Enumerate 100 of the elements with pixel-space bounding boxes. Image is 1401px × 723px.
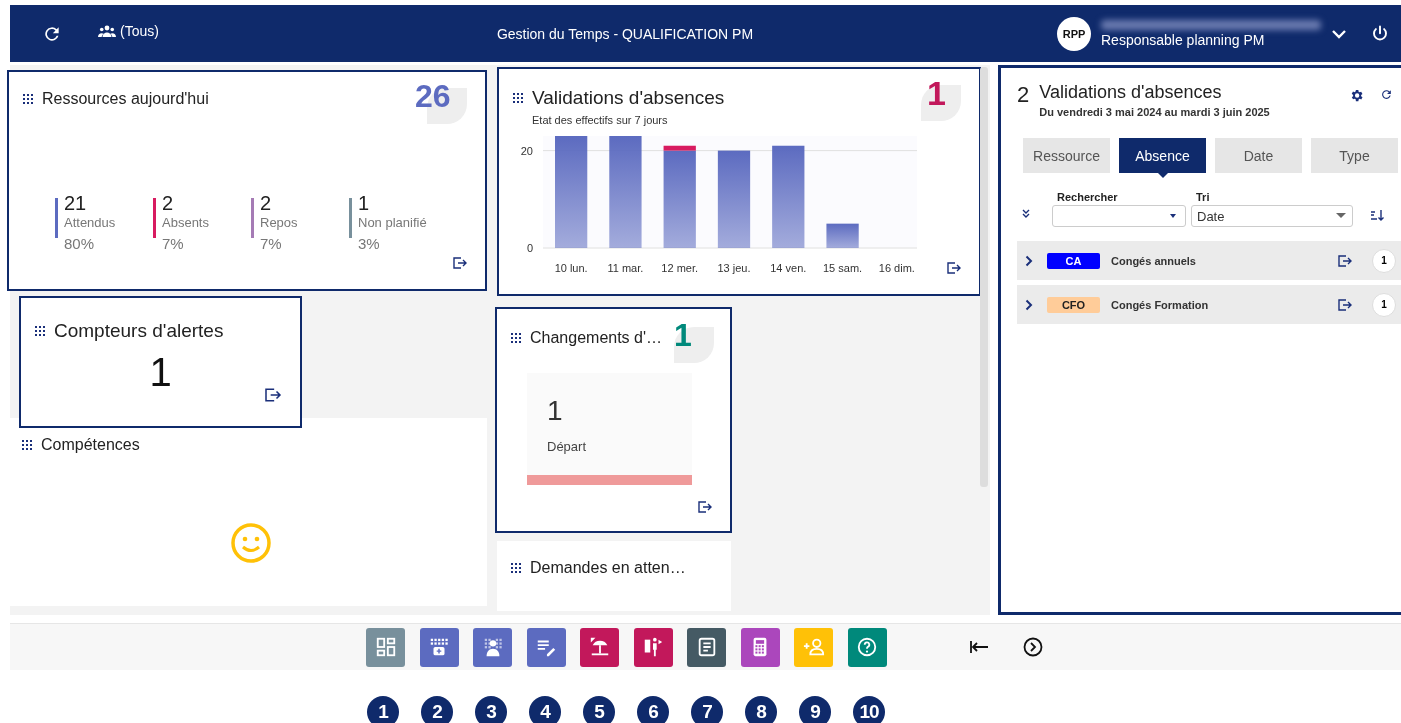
drag-handle-icon[interactable] — [511, 333, 521, 343]
edit-list-button[interactable] — [526, 627, 566, 667]
x-tick-label: 15 sam. — [823, 262, 863, 274]
panel-title: Validations d'absences — [1039, 82, 1223, 103]
user-avatar[interactable]: RPP — [1057, 16, 1091, 51]
absence-code-tag: CFO — [1047, 296, 1100, 313]
drag-handle-icon[interactable] — [511, 563, 521, 573]
callout-number: 4 — [529, 696, 561, 723]
refresh-icon[interactable] — [1380, 88, 1393, 101]
stat-value: 2 — [162, 192, 175, 215]
absence-type-label: Congés annuels — [1111, 254, 1196, 267]
callout-number: 10 — [853, 696, 885, 723]
open-icon[interactable] — [698, 501, 712, 513]
scrollbar[interactable] — [980, 67, 988, 487]
callout-number: 3 — [475, 696, 507, 723]
exit-person-button[interactable] — [633, 627, 673, 667]
stat-percent: 80% — [64, 235, 96, 252]
date-range: Du vendredi 3 mai 2024 au mardi 3 juin 2025 — [1039, 106, 1270, 118]
x-tick-label: 11 mar. — [607, 262, 644, 274]
callout-number: 9 — [799, 696, 831, 723]
group-filter[interactable]: (Tous) — [120, 23, 159, 39]
callout-number: 5 — [583, 696, 615, 723]
stat-label: Attendus — [64, 215, 116, 230]
dashboard-icon — [374, 636, 397, 658]
tile-value: 1 — [547, 395, 564, 427]
y-tick-label: 20 — [520, 144, 533, 157]
document-button[interactable] — [687, 627, 726, 667]
widget-title: Ressources aujourd'hui — [42, 90, 209, 108]
widget-title: Compétences — [41, 436, 140, 454]
calendar-plus-icon — [428, 636, 450, 658]
x-tick-label: 12 mer. — [661, 262, 699, 274]
sort-label: Tri — [1196, 191, 1211, 203]
double-chevron-icon[interactable] — [1021, 209, 1031, 219]
stat-percent: 7% — [162, 235, 185, 252]
collapse-left-icon[interactable] — [968, 640, 989, 654]
open-icon[interactable] — [453, 257, 467, 269]
widget-subtitle: Etat des effectifs sur 7 jours — [532, 114, 669, 126]
stat-label: Absents — [162, 215, 209, 230]
widget-title: Validations d'absences — [532, 87, 725, 109]
caret-icon — [1169, 213, 1177, 219]
absence-group-row[interactable]: CFO Congés Formation 1 — [1017, 285, 1401, 324]
callout-number: 7 — [691, 696, 723, 723]
count-badge: 1 — [1372, 248, 1396, 273]
drag-handle-icon[interactable] — [513, 93, 523, 103]
group-tab[interactable]: Absence — [1119, 138, 1206, 178]
stat-value: 2 — [260, 192, 273, 215]
callout-number: 2 — [421, 696, 453, 723]
settings-icon[interactable] — [1349, 88, 1364, 103]
chevron-down-icon[interactable] — [1331, 28, 1347, 39]
open-icon[interactable] — [947, 262, 961, 274]
absence-code-tag: CA — [1047, 252, 1100, 269]
count-badge: 1 — [1372, 292, 1396, 317]
help-button[interactable] — [847, 627, 887, 667]
help-icon — [856, 636, 878, 658]
add-person-icon — [802, 636, 825, 658]
stat-percent: 7% — [260, 235, 283, 252]
widget-title: Demandes en atten… — [530, 559, 686, 577]
dashboard-button[interactable] — [366, 627, 405, 667]
stat-label: Repos — [260, 215, 298, 230]
planning-person-button[interactable] — [473, 627, 512, 667]
app-title: Gestion du Temps - QUALIFICATION PM — [496, 25, 754, 42]
open-icon[interactable] — [1338, 298, 1352, 311]
open-icon[interactable] — [264, 388, 282, 402]
chart-bar — [826, 223, 859, 248]
x-tick-label: 14 ven. — [770, 262, 807, 274]
caret-icon — [1336, 213, 1346, 219]
y-tick-label: 0 — [526, 242, 533, 254]
open-icon[interactable] — [1338, 254, 1352, 267]
chevron-right-icon[interactable] — [1025, 298, 1033, 311]
search-label: Rechercher — [1057, 191, 1119, 203]
callout-number: 1 — [367, 696, 399, 723]
widget-title: Changements d'… — [530, 329, 662, 347]
smiley-icon — [230, 522, 272, 564]
panel-count: 2 — [1017, 82, 1030, 108]
alert-count: 1 — [148, 350, 173, 395]
calculator-button[interactable] — [740, 627, 780, 667]
next-circle-icon[interactable] — [1022, 637, 1043, 657]
departure-tile[interactable]: 1 Départ — [527, 373, 692, 485]
beach-button[interactable] — [580, 627, 619, 667]
chevron-right-icon[interactable] — [1025, 254, 1033, 267]
x-tick-label: 10 lun. — [554, 262, 588, 274]
sort-icon[interactable] — [1370, 209, 1384, 221]
drag-handle-icon[interactable] — [22, 440, 32, 450]
stat-value: 21 — [64, 192, 88, 215]
stat-label: Non planifié — [358, 215, 427, 230]
drag-handle-icon[interactable] — [23, 94, 33, 104]
stat-percent: 3% — [358, 235, 381, 252]
stat-value: 1 — [358, 192, 371, 215]
tile-label: Départ — [547, 439, 588, 454]
user-role: Responsable planning PM — [1101, 31, 1266, 48]
callout-number: 8 — [745, 696, 777, 723]
x-tick-label: 16 dim. — [878, 262, 915, 274]
absence-group-row[interactable]: CA Congés annuels 1 — [1017, 241, 1401, 280]
widget-title: Compteurs d'alertes — [54, 320, 224, 342]
power-icon[interactable] — [1371, 24, 1389, 43]
drag-handle-icon[interactable] — [35, 326, 45, 336]
absence-type-label: Congés Formation — [1111, 298, 1209, 311]
calendar-add-button[interactable] — [419, 627, 459, 667]
sort-dropdown[interactable]: Date — [1191, 205, 1353, 227]
people-icon — [98, 25, 116, 37]
